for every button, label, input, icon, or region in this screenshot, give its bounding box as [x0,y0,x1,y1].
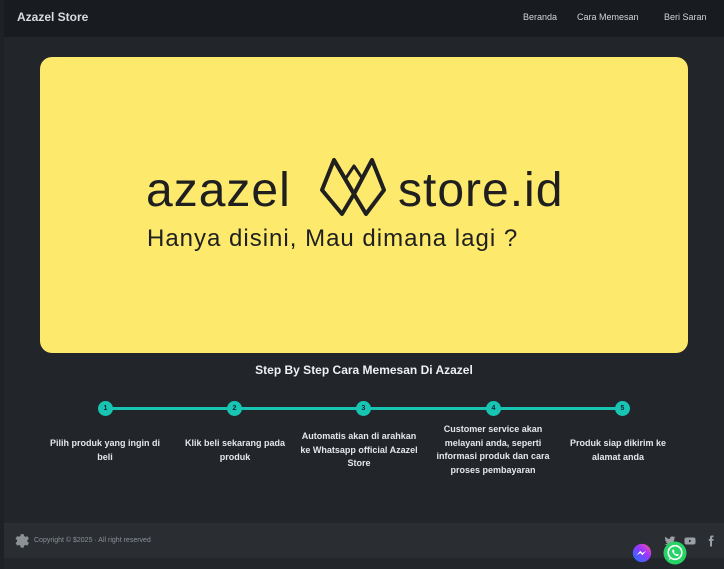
youtube-icon[interactable] [684,535,696,547]
step-description-4: Customer service akan melayani anda, sep… [436,424,550,475]
gear-icon [15,534,29,548]
nav-link-beri-saran[interactable]: Beri Saran [664,12,707,22]
steps-title: Step By Step Cara Memesan Di Azazel [255,363,473,377]
navbar: Azazel Store Beranda Cara Memesan Beri S… [4,0,724,37]
step-marker-1: 1 [98,401,113,416]
hero-banner: azazel store.id Hanya disini, Mau dimana… [40,57,688,353]
hero-tagline: Hanya disini, Mau dimana lagi ? [147,225,519,252]
brand-logo[interactable]: Azazel Store [17,10,88,24]
step-marker-2: 2 [227,401,242,416]
step-description-2: Klik beli sekarang pada produk [184,438,286,462]
facebook-icon[interactable] [705,535,717,547]
step-description-5: Produk siap dikirim ke alamat anda [569,438,667,462]
messenger-icon[interactable] [632,543,652,563]
logo-text-store-id: store.id [398,164,564,217]
nav-link-cara-memesan[interactable]: Cara Memesan [577,12,639,22]
page: Azazel Store Beranda Cara Memesan Beri S… [4,0,724,569]
step-description-3: Automatis akan di arahkan ke Whatsapp of… [300,431,418,468]
step-marker-5: 5 [615,401,630,416]
step-marker-3: 3 [356,401,371,416]
logo-text-azazel: azazel [146,164,291,217]
azazel-diamond-icon [320,158,386,216]
step-description-1: Pilih produk yang ingin di beli [50,438,160,462]
footer: Copyright © $2025 · All right reserved [4,523,724,558]
copyright-text: Copyright © $2025 · All right reserved [34,537,151,544]
step-marker-4: 4 [486,401,501,416]
whatsapp-icon[interactable] [663,541,687,565]
nav-link-beranda[interactable]: Beranda [523,12,557,22]
